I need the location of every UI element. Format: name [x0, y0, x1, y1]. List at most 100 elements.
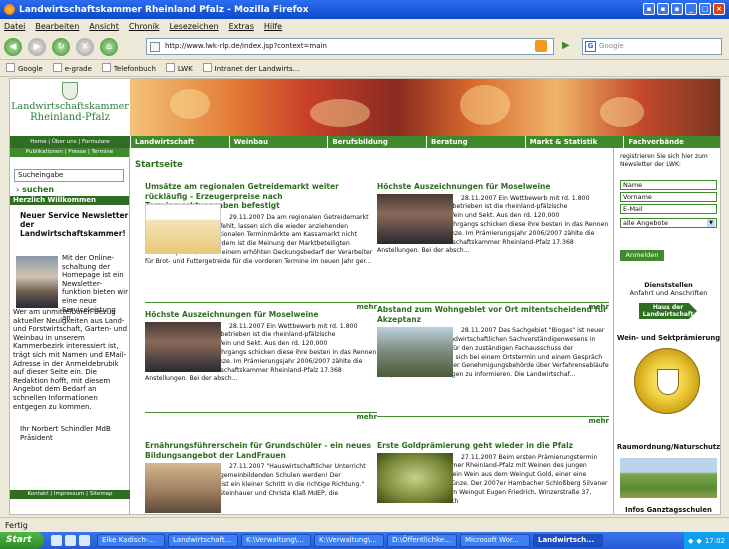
toolbar-icon[interactable]: ▪ [671, 3, 683, 15]
nav-markt-statistik[interactable]: Markt & Statistik [524, 136, 624, 148]
main-navigation: Home | Über uns | Formulare Landwirtscha… [10, 136, 720, 148]
system-tray: ◆ ◆ 17:02 [684, 532, 729, 549]
quick-launch [47, 535, 94, 546]
task-button[interactable]: K:\Verwaltung\... [241, 534, 311, 547]
windows-taskbar: Start Elke Kadisch-... Landwirtschaft...… [0, 532, 729, 549]
close-icon[interactable]: × [713, 3, 725, 15]
president-photo [16, 256, 58, 308]
titlebar-icons: ▪ ▪ ▪ _ □ × [643, 3, 725, 15]
task-button[interactable]: D:\Öffentlichke... [387, 534, 457, 547]
news-article: Erste Goldprämierung geht wieder in die … [377, 441, 609, 506]
page-icon [150, 42, 160, 52]
task-button-active[interactable]: Landwirtsch... [533, 534, 603, 547]
wein-sekt-title[interactable]: Wein- und Sektprämierung [614, 334, 720, 342]
nav-landwirtschaft[interactable]: Landwirtschaft [130, 136, 229, 148]
site-search-input[interactable]: Sucheingabe [14, 169, 124, 182]
nav-fachverbaende[interactable]: Fachverbände [623, 136, 720, 148]
subscribe-button[interactable]: Anmelden [620, 250, 664, 261]
forward-button[interactable]: ▶ [28, 37, 46, 56]
rss-icon[interactable] [535, 40, 547, 52]
tray-icon[interactable]: ◆ [696, 537, 701, 545]
menu-chronik[interactable]: Chronik [129, 22, 160, 31]
publication-links[interactable]: Publikationen | Presse | Termine [10, 148, 129, 157]
bookmark-egrade[interactable]: e-grade [52, 63, 92, 73]
nav-weinbau[interactable]: Weinbau [228, 136, 328, 148]
status-bar: Fertig [0, 517, 729, 532]
praemierung-seal-image[interactable] [634, 348, 700, 414]
site-logo[interactable]: Landwirtschaftskammer Rheinland-Pfalz [10, 79, 130, 136]
left-sidebar: Publikationen | Presse | Termine Suchein… [10, 148, 130, 514]
dienststellen-subtitle: Anfahrt und Anschriften [629, 289, 708, 297]
biogas-photo [377, 327, 453, 377]
stop-button[interactable]: ✕ [76, 37, 94, 56]
nav-berufsbildung[interactable]: Berufsbildung [327, 136, 426, 148]
newsletter-text: registrieren Sie sich hier zum Newslette… [620, 153, 708, 168]
article-title[interactable]: Erste Goldprämierung geht wieder in die … [377, 441, 609, 451]
address-bar[interactable]: http://www.lwk-rlp.de/index.jsp?context=… [146, 38, 554, 55]
header-banner-image [130, 79, 720, 136]
article-title[interactable]: Höchste Auszeichnungen für Moselweine [145, 310, 377, 320]
search-button[interactable]: › suchen [16, 185, 129, 194]
main-content: Startseite Umsätze am regionalen Getreid… [131, 148, 609, 514]
footer-links[interactable]: Kontakt | Impressum | Sitemap [10, 490, 130, 499]
menu-datei[interactable]: Datei [4, 22, 25, 31]
reload-button[interactable]: ↻ [52, 37, 70, 56]
children-photo [145, 463, 221, 513]
start-button[interactable]: Start [0, 532, 44, 549]
nav-beratung[interactable]: Beratung [426, 136, 525, 148]
bookmark-telefonbuch[interactable]: Telefonbuch [101, 63, 156, 73]
task-button[interactable]: Elke Kadisch-... [97, 534, 165, 547]
maximize-icon[interactable]: □ [699, 3, 711, 15]
window-title: Landwirtschaftskammer Rheinland Pfalz - … [19, 4, 309, 15]
bookmark-lwk[interactable]: LWK [165, 63, 193, 73]
menu-bearbeiten[interactable]: Bearbeiten [35, 22, 79, 31]
search-box[interactable]: G Google [582, 38, 722, 55]
go-icon[interactable]: ▶ [562, 40, 570, 51]
bookmark-icon [101, 63, 111, 72]
toolbar-icon[interactable]: ▪ [657, 3, 669, 15]
name-field[interactable]: Name [620, 180, 717, 190]
toplinks[interactable]: Home | Über uns | Formulare [10, 136, 130, 148]
task-button[interactable]: Microsoft Wor... [460, 534, 530, 547]
raumordnung-title[interactable]: Raumordnung/Naturschutz [614, 443, 720, 451]
vorname-field[interactable]: Vorname [620, 192, 717, 202]
url-text: http://www.lwk-rlp.de/index.jsp?context=… [165, 42, 327, 50]
explorer-icon[interactable] [79, 535, 90, 546]
menu-extras[interactable]: Extras [229, 22, 254, 31]
menu-hilfe[interactable]: Hilfe [264, 22, 282, 31]
firefox-icon[interactable] [65, 535, 76, 546]
bookmark-intranet[interactable]: Intranet der Landwirts... [202, 63, 299, 73]
infos-ganztagsschulen-title[interactable]: Infos Ganztagsschulen [614, 506, 720, 514]
minimize-icon[interactable]: _ [685, 3, 697, 15]
market-chart-image [145, 204, 221, 254]
news-article: Höchste Auszeichnungen für Moselweine 28… [145, 310, 377, 421]
tray-icon[interactable]: ◆ [688, 537, 693, 545]
email-field[interactable]: E-Mail [620, 204, 717, 214]
desktop-icon[interactable] [51, 535, 62, 546]
logo-line2: Rheinland-Pfalz [30, 112, 110, 123]
menu-ansicht[interactable]: Ansicht [89, 22, 119, 31]
bookmark-icon [202, 63, 212, 72]
dienststellen-box[interactable]: Dienststellen Anfahrt und Anschriften [614, 281, 720, 297]
landscape-image[interactable] [620, 458, 717, 498]
home-button[interactable]: ⌂ [100, 37, 118, 56]
bookmark-google[interactable]: Google [6, 63, 43, 73]
task-button[interactable]: Landwirtschaft... [168, 534, 238, 547]
back-button[interactable]: ◀ [4, 37, 22, 56]
newsletter-select[interactable]: alle Angebote ▼ [620, 218, 717, 228]
article-title[interactable]: Höchste Auszeichnungen für Moselweine [377, 182, 609, 192]
task-button[interactable]: K:\Verwaltung\... [314, 534, 384, 547]
article-title[interactable]: Abstand zum Wohngebiet vor Ort mitentsch… [377, 305, 609, 324]
more-link[interactable]: mehr [145, 412, 377, 421]
article-title[interactable]: Ernährungsführerschein für Grundschüler … [145, 441, 377, 460]
clock: 17:02 [704, 536, 725, 545]
award-photo [377, 194, 453, 244]
menu-lesezeichen[interactable]: Lesezeichen [169, 22, 218, 31]
more-link[interactable]: mehr [377, 416, 609, 425]
google-icon: G [585, 41, 596, 52]
toolbar-icon[interactable]: ▪ [643, 3, 655, 15]
window-titlebar: Landwirtschaftskammer Rheinland Pfalz - … [0, 0, 729, 19]
page-title: Startseite [135, 160, 183, 170]
haus-der-landwirtschaft-link[interactable]: Haus der Landwirtschaft [639, 303, 697, 319]
menu-bar: Datei Bearbeiten Ansicht Chronik Lesezei… [0, 19, 729, 34]
